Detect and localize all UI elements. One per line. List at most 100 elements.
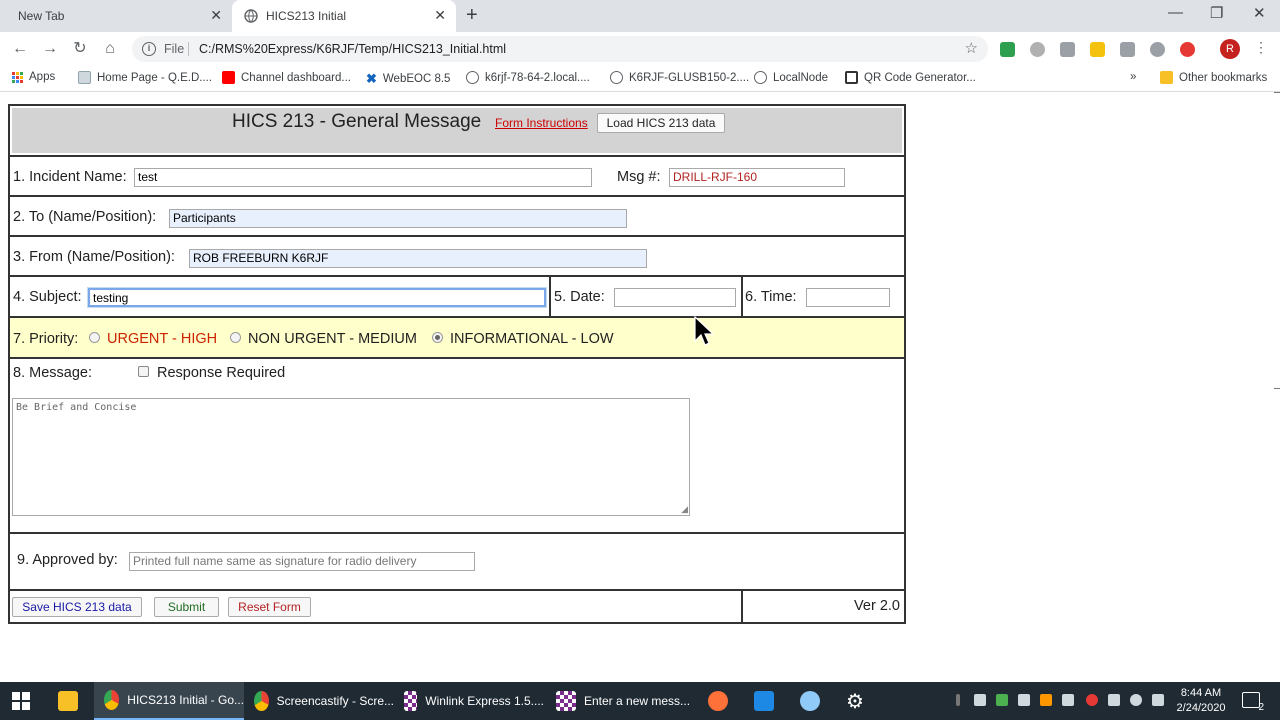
microphone-icon[interactable] xyxy=(974,694,986,706)
bookmark-label: k6rjf-78-64-2.local.... xyxy=(485,71,590,84)
taskbar-item-screencastify[interactable]: Screencastify - Scre... xyxy=(254,682,394,720)
tool-icon[interactable] xyxy=(1040,694,1052,706)
priority-medium-radio[interactable] xyxy=(230,332,241,343)
priority-urgent-radio[interactable] xyxy=(89,332,100,343)
to-label: 2. To (Name/Position): xyxy=(13,209,157,225)
reload-icon[interactable]: ↻ xyxy=(69,38,91,60)
forward-icon[interactable]: → xyxy=(39,38,61,60)
from-input[interactable]: ROB FREEBURN K6RJF xyxy=(189,249,647,268)
url-text[interactable]: C:/RMS%20Express/K6RJF/Temp/HICS213_Init… xyxy=(199,36,506,62)
start-windows-icon[interactable] xyxy=(12,682,30,720)
resize-handle-icon[interactable]: ◢ xyxy=(681,504,688,515)
new-tab-plus-icon[interactable]: + xyxy=(466,4,478,27)
home-icon[interactable]: ⌂ xyxy=(99,38,121,60)
bookmark-label: Home Page - Q.E.D.... xyxy=(97,71,213,84)
approved-row: 9. Approved by: Printed full name same a… xyxy=(10,534,904,591)
taskbar-item-label: Enter a new mess... xyxy=(584,694,691,708)
bookmark-webeoc[interactable]: ✖ WebEOC 8.5 xyxy=(366,71,450,87)
save-data-button[interactable]: Save HICS 213 data xyxy=(12,597,142,617)
subject-row: 4. Subject: testing 5. Date: 6. Time: xyxy=(10,277,904,318)
bookmark-star-icon[interactable]: ☆ xyxy=(965,36,978,62)
form-instructions-link[interactable]: Form Instructions xyxy=(495,116,588,130)
subject-input[interactable]: testing xyxy=(88,288,546,307)
menu-kebab-icon[interactable]: ⋮ xyxy=(1254,39,1268,56)
bookmark-other[interactable]: Other bookmarks xyxy=(1160,71,1267,84)
message-textarea[interactable]: Be Brief and Concise ◢ xyxy=(12,398,690,516)
version-label: Ver 2.0 xyxy=(854,598,900,614)
incident-name-input[interactable]: test xyxy=(134,168,592,187)
restore-icon[interactable]: ❐ xyxy=(1210,4,1223,22)
extension-cast-icon[interactable] xyxy=(1120,42,1135,57)
bookmark-channel-dashboard[interactable]: Channel dashboard... xyxy=(222,71,351,84)
system-clock[interactable]: 8:44 AM 2/24/2020 xyxy=(1172,686,1230,716)
tab-hics213-initial[interactable]: HICS213 Initial ✕ xyxy=(232,0,456,32)
battery-icon[interactable] xyxy=(1108,694,1120,706)
scrollbar-marker xyxy=(1274,388,1280,389)
file-explorer-icon[interactable] xyxy=(58,682,86,720)
message-placeholder: Be Brief and Concise xyxy=(16,402,137,413)
bookmark-label: QR Code Generator... xyxy=(864,71,976,84)
priority-low-label: INFORMATIONAL - LOW xyxy=(450,331,614,347)
approved-by-input[interactable]: Printed full name same as signature for … xyxy=(129,552,475,571)
bookmark-label: K6RJF-GLUSB150-2.... xyxy=(629,71,750,84)
wifi-icon[interactable] xyxy=(1018,694,1030,706)
divider xyxy=(188,42,189,56)
extension-notes-icon[interactable] xyxy=(1090,42,1105,57)
profile-avatar[interactable]: R xyxy=(1220,39,1240,59)
taskbar-item-winlink[interactable]: Winlink Express 1.5.... xyxy=(404,682,544,720)
bookmark-k6rjf-glusb[interactable]: K6RJF-GLUSB150-2.... xyxy=(610,71,749,84)
priority-low-radio[interactable] xyxy=(432,332,443,343)
msg-number-label: Msg #: xyxy=(617,169,661,185)
extension-globe-icon[interactable] xyxy=(1150,42,1165,57)
close-icon[interactable]: ✕ xyxy=(210,7,222,24)
priority-label: 7. Priority: xyxy=(13,331,79,347)
bookmark-home-page[interactable]: Home Page - Q.E.D.... xyxy=(78,71,212,84)
bookmark-k6rjf-78[interactable]: k6rjf-78-64-2.local.... xyxy=(466,71,590,84)
minimize-icon[interactable]: — xyxy=(1168,4,1183,21)
notifications-icon[interactable]: 2 xyxy=(1242,692,1264,713)
windows-taskbar: HICS213 Initial - Go... Screencastify - … xyxy=(0,682,1280,720)
bookmark-qr-code[interactable]: QR Code Generator... xyxy=(845,71,976,84)
settings-gear-icon[interactable]: ⚙ xyxy=(846,682,864,720)
taskbar-item-hics213[interactable]: HICS213 Initial - Go... xyxy=(94,682,244,720)
device-icon[interactable] xyxy=(1062,694,1074,706)
scrollbar-marker xyxy=(1274,92,1280,93)
bookmarks-overflow-icon[interactable]: » xyxy=(1130,71,1136,83)
taskbar-item-new-message[interactable]: Enter a new mess... xyxy=(556,682,696,720)
msg-number-input[interactable]: DRILL-RJF-160 xyxy=(669,168,845,187)
reset-form-button[interactable]: Reset Form xyxy=(228,597,311,617)
window-close-icon[interactable]: ✕ xyxy=(1253,4,1266,22)
submit-button[interactable]: Submit xyxy=(154,597,219,617)
volume-icon[interactable] xyxy=(1152,694,1164,706)
extension-grammarly-icon[interactable] xyxy=(1000,42,1015,57)
date-input[interactable] xyxy=(614,288,736,307)
time-input[interactable] xyxy=(806,288,890,307)
extension-shield-icon[interactable] xyxy=(1030,42,1045,57)
tab-new-tab[interactable]: New Tab ✕ xyxy=(0,0,232,32)
bookmark-apps[interactable]: Apps xyxy=(12,71,55,83)
taskbar-item-label: HICS213 Initial - Go... xyxy=(127,693,244,707)
to-input[interactable]: Participants xyxy=(169,209,627,228)
bookmark-label: WebEOC 8.5 xyxy=(382,73,451,85)
bookmark-localnode[interactable]: LocalNode xyxy=(754,71,828,84)
info-icon[interactable]: i xyxy=(142,42,156,56)
back-icon[interactable]: ← xyxy=(9,38,31,60)
outlook-icon[interactable] xyxy=(754,682,782,720)
extension-screencastify-icon[interactable] xyxy=(1180,42,1195,57)
shield-icon[interactable] xyxy=(996,694,1008,706)
load-data-button[interactable]: Load HICS 213 data xyxy=(597,113,725,133)
record-icon[interactable] xyxy=(1086,694,1098,706)
notification-count: 2 xyxy=(1258,702,1264,713)
firefox-icon[interactable] xyxy=(708,682,736,720)
message-label: 8. Message: xyxy=(13,365,92,381)
form-header-row: HICS 213 - General Message Form Instruct… xyxy=(10,106,904,157)
globe-icon xyxy=(754,71,767,84)
paint-icon[interactable] xyxy=(800,682,828,720)
close-icon[interactable]: ✕ xyxy=(434,7,446,24)
extension-pdf-icon[interactable] xyxy=(1060,42,1075,57)
response-required-checkbox[interactable] xyxy=(138,366,149,377)
network-globe-icon[interactable] xyxy=(1130,694,1142,706)
tray-overflow-icon[interactable] xyxy=(956,694,960,706)
globe-icon xyxy=(466,71,479,84)
address-bar[interactable]: i File C:/RMS%20Express/K6RJF/Temp/HICS2… xyxy=(132,36,988,62)
